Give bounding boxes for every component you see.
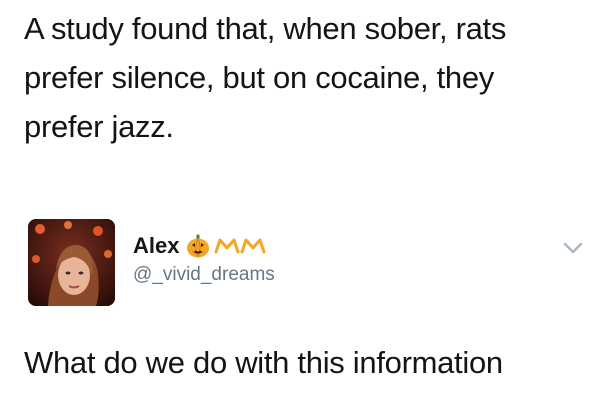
tweet-header: Alex @_vivid_dreams bbox=[28, 219, 588, 309]
display-name[interactable]: Alex bbox=[133, 233, 179, 259]
chevron-down-icon[interactable] bbox=[562, 241, 584, 255]
crown-icon bbox=[214, 236, 240, 256]
quoted-text-line: A study found that, when sober, rats bbox=[24, 11, 507, 46]
tweet-text: What do we do with this information bbox=[24, 345, 503, 380]
quoted-text-line: prefer jazz. bbox=[24, 109, 174, 144]
crown-icon bbox=[240, 236, 266, 256]
name-row: Alex bbox=[133, 231, 266, 261]
user-handle[interactable]: @_vivid_dreams bbox=[133, 264, 275, 286]
avatar-image bbox=[28, 219, 115, 306]
quoted-text: A study found that, when sober, rats pre… bbox=[24, 4, 584, 151]
pumpkin-icon bbox=[185, 233, 211, 259]
quoted-text-line: prefer silence, but on cocaine, they bbox=[24, 60, 494, 95]
avatar[interactable] bbox=[28, 219, 115, 306]
